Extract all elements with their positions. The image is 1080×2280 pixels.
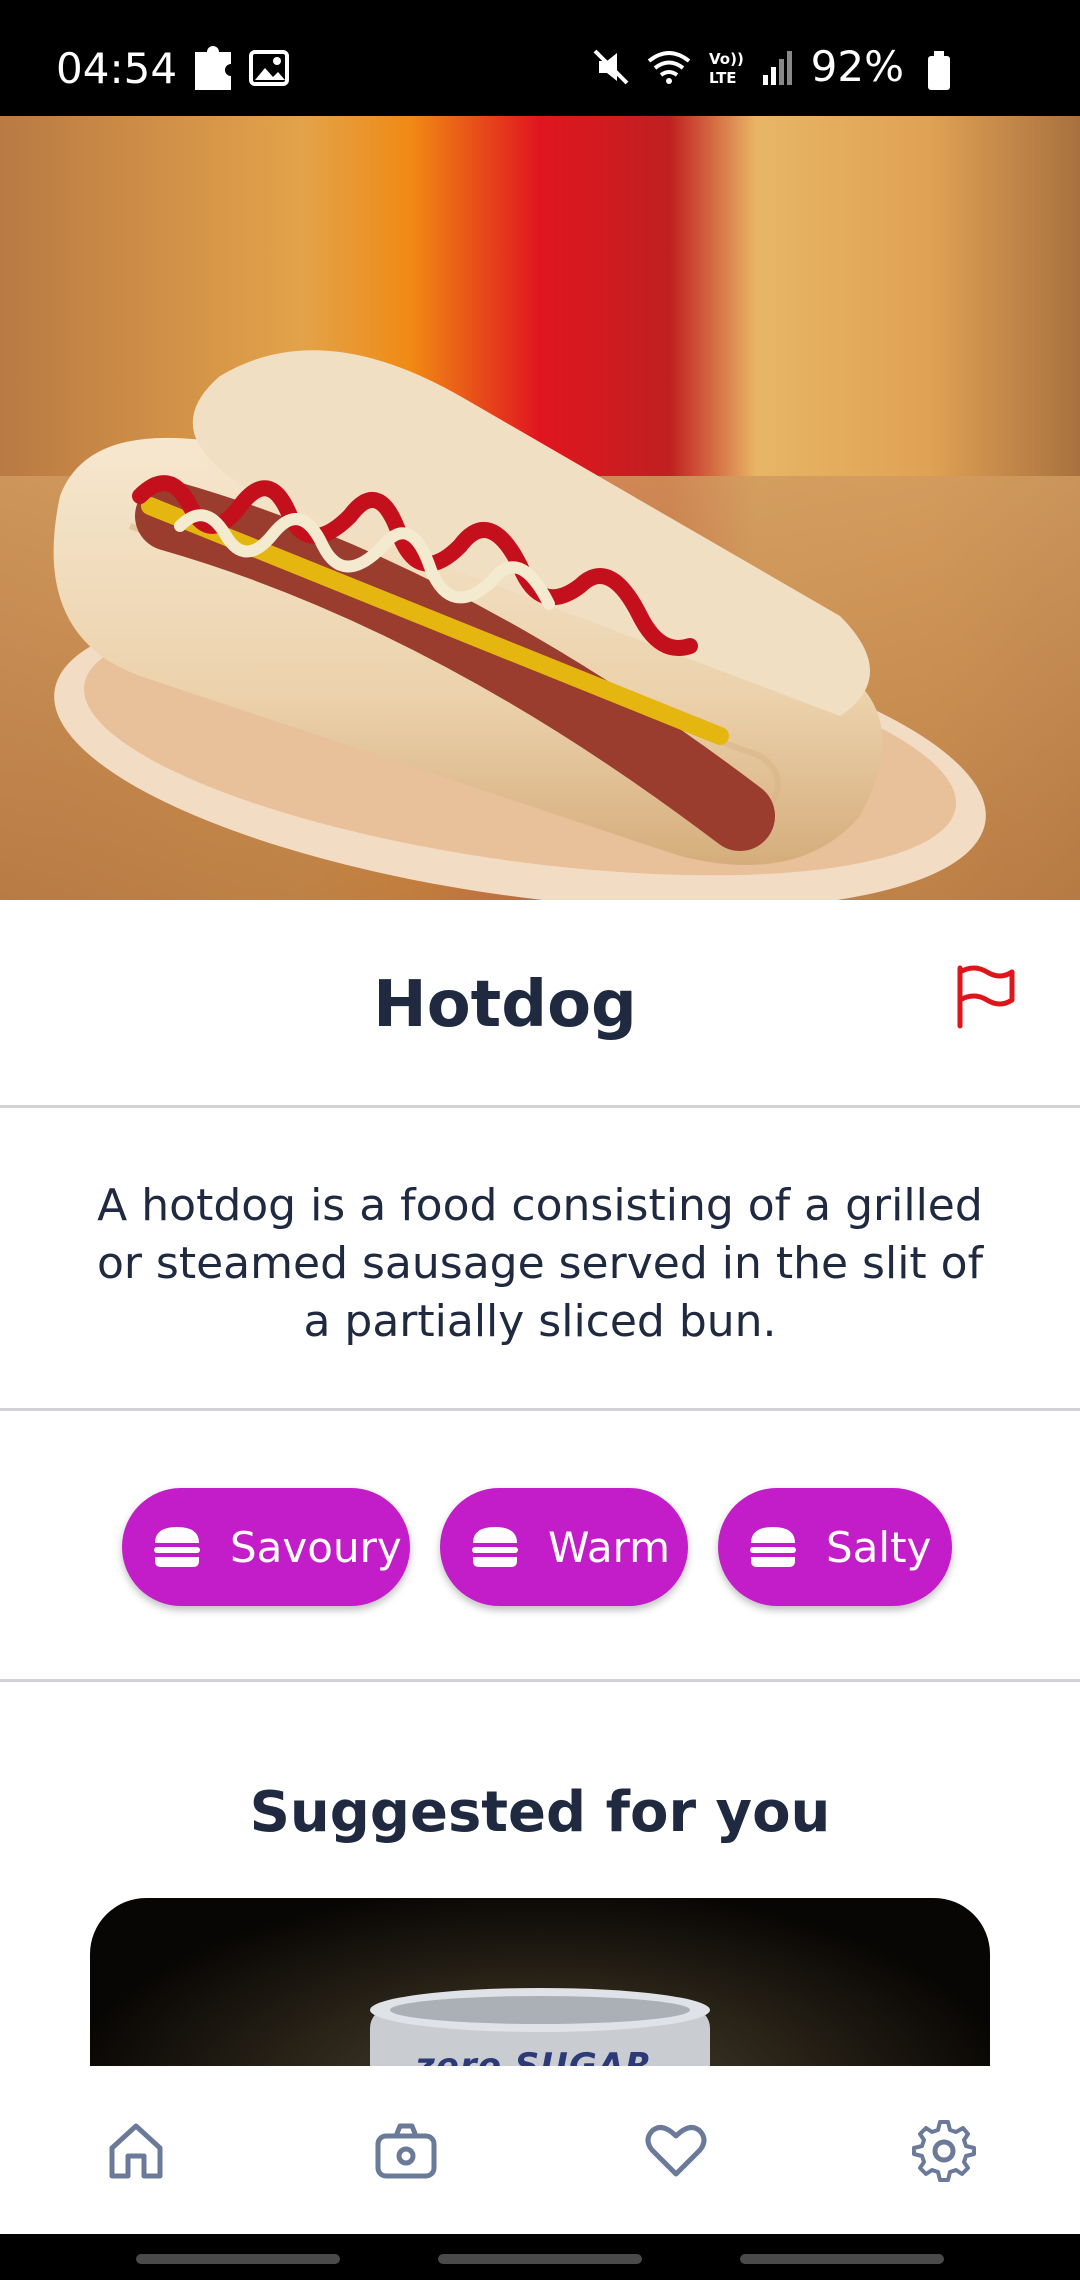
battery-icon [928,51,950,90]
can-illustration [370,1988,710,2066]
wifi-icon [647,50,690,84]
tag-label: Savoury [230,1522,402,1572]
nav-favorites[interactable] [640,2114,712,2186]
nav-camera[interactable] [370,2114,442,2186]
item-title: Hotdog [373,968,637,1042]
status-left: 04:54 [56,42,290,94]
gear-icon [912,2120,976,2182]
gesture-pill [136,2254,340,2264]
svg-text:Vo)): Vo)) [709,50,744,68]
puzzle-icon [195,46,232,90]
tag-label: Salty [826,1522,932,1572]
suggested-title: Suggested for you [249,1780,831,1845]
tags-section: Savoury Warm Salty [0,1414,1080,1682]
title-section: Hotdog [0,900,1080,1108]
mute-icon [593,49,629,84]
tag-label: Warm [548,1522,671,1572]
status-bar: 04:54 Vo)) LTE 92% [0,0,1080,116]
volte-icon: Vo)) LTE [709,50,744,87]
signal-icon [762,50,792,85]
bottom-nav [0,2066,1080,2234]
nav-home[interactable] [100,2114,172,2186]
gesture-pill [438,2254,642,2264]
burger-icon [472,1527,518,1567]
flag-icon [957,965,1015,1029]
tag-savoury[interactable]: Savoury [122,1488,410,1606]
battery-percent: 92% [810,42,904,91]
hero-image [0,116,1080,900]
status-time: 04:54 [56,43,178,93]
suggested-card-text: zero SUGAR [415,2046,653,2066]
camera-icon [375,2123,437,2179]
hotdog-illustration [0,116,1080,900]
system-gesture-bar [0,2234,1080,2280]
burger-icon [154,1527,200,1567]
svg-text:LTE: LTE [709,69,737,87]
heart-icon [645,2124,707,2177]
description-section: A hotdog is a food consisting of a grill… [0,1111,1080,1411]
image-icon [249,50,290,86]
nav-settings[interactable] [908,2114,980,2186]
suggested-card[interactable]: zero SUGAR [90,1898,990,2066]
gesture-pill [740,2254,944,2264]
burger-icon [750,1527,796,1567]
home-icon [109,2123,163,2179]
report-button[interactable] [950,962,1020,1032]
item-description: A hotdog is a food consisting of a grill… [96,1180,984,1347]
status-right: Vo)) LTE 92% [591,42,904,91]
tag-salty[interactable]: Salty [718,1488,952,1606]
tag-warm[interactable]: Warm [440,1488,688,1606]
